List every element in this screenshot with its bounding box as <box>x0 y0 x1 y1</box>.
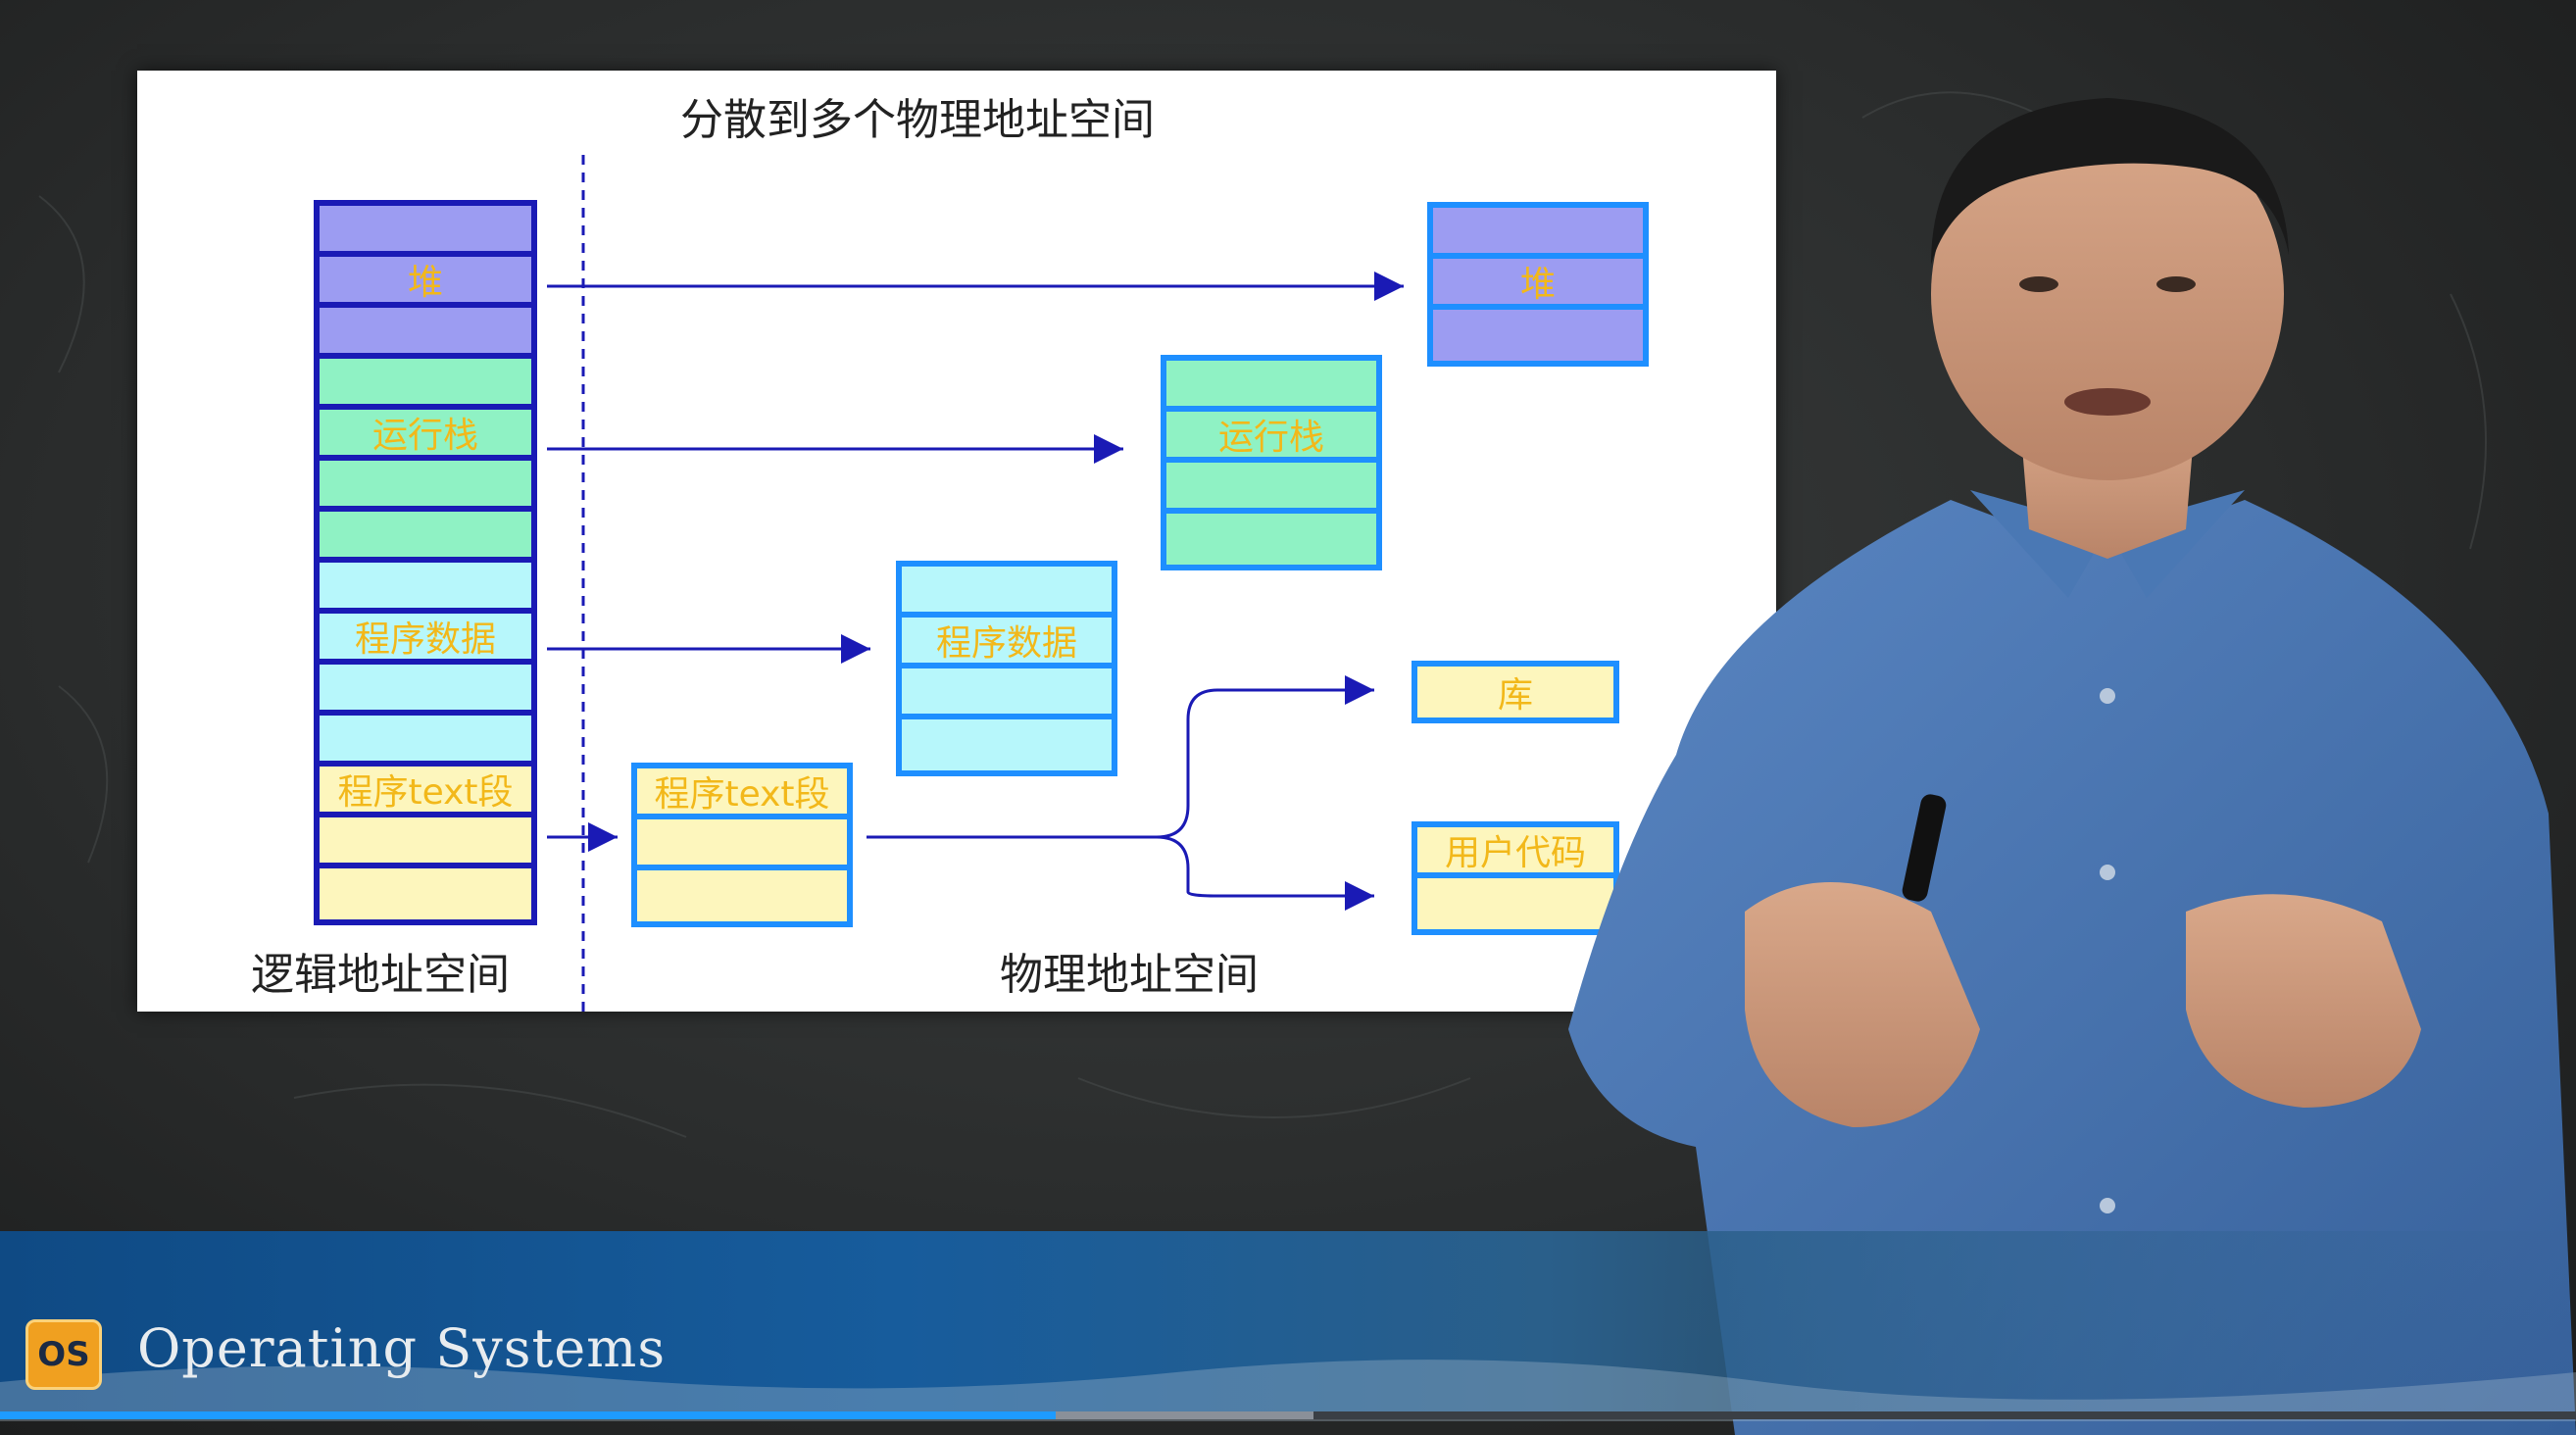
segment-cell <box>1166 514 1376 565</box>
segment-cell <box>320 308 531 359</box>
segment-cell <box>320 563 531 614</box>
logical-address-stack: 堆运行栈程序数据程序text段 <box>314 200 537 925</box>
lecturer-figure <box>1568 98 2576 1435</box>
segment-cell <box>1166 361 1376 412</box>
segment-cell <box>320 206 531 257</box>
segment-label-cell: 堆 <box>320 257 531 308</box>
video-buffered-bar <box>1056 1411 1314 1419</box>
lecture-slide: 分散到多个物理地址空间 堆运行栈 程序数据 程序text段 堆 运行栈 程序数据 程… <box>137 71 1776 1012</box>
segment-label-cell: 运行栈 <box>1166 412 1376 463</box>
physical-data-block: 程序数据 <box>896 561 1117 776</box>
segment-cell <box>320 665 531 716</box>
segment-cell <box>320 461 531 512</box>
segment-label-cell: 程序text段 <box>320 767 531 817</box>
split-arrow-lower <box>1156 835 1374 911</box>
course-title: Operating Systems <box>137 1317 667 1379</box>
segment-label-cell: 程序数据 <box>320 614 531 665</box>
segment-cell <box>637 870 847 921</box>
segment-cell <box>320 512 531 563</box>
segment-cell <box>320 868 531 919</box>
segment-cell <box>902 719 1112 770</box>
segment-label-cell: 程序数据 <box>902 618 1112 668</box>
segment-label-cell: 运行栈 <box>320 410 531 461</box>
segment-cell <box>902 567 1112 618</box>
segment-cell <box>320 359 531 410</box>
physical-stack-block: 运行栈 <box>1161 355 1382 570</box>
physical-text-block: 程序text段 <box>631 763 853 927</box>
physical-address-label: 物理地址空间 <box>1000 950 1259 1000</box>
video-progress-bar[interactable] <box>0 1411 2576 1419</box>
logical-address-label: 逻辑地址空间 <box>251 950 510 1000</box>
segment-cell <box>320 716 531 767</box>
video-played-bar <box>0 1411 1057 1419</box>
segment-cell <box>1166 463 1376 514</box>
segment-cell <box>320 817 531 868</box>
segment-label-cell: 程序text段 <box>637 768 847 819</box>
segment-cell <box>902 668 1112 719</box>
os-logo-icon: OS <box>25 1319 102 1390</box>
segment-cell <box>637 819 847 870</box>
